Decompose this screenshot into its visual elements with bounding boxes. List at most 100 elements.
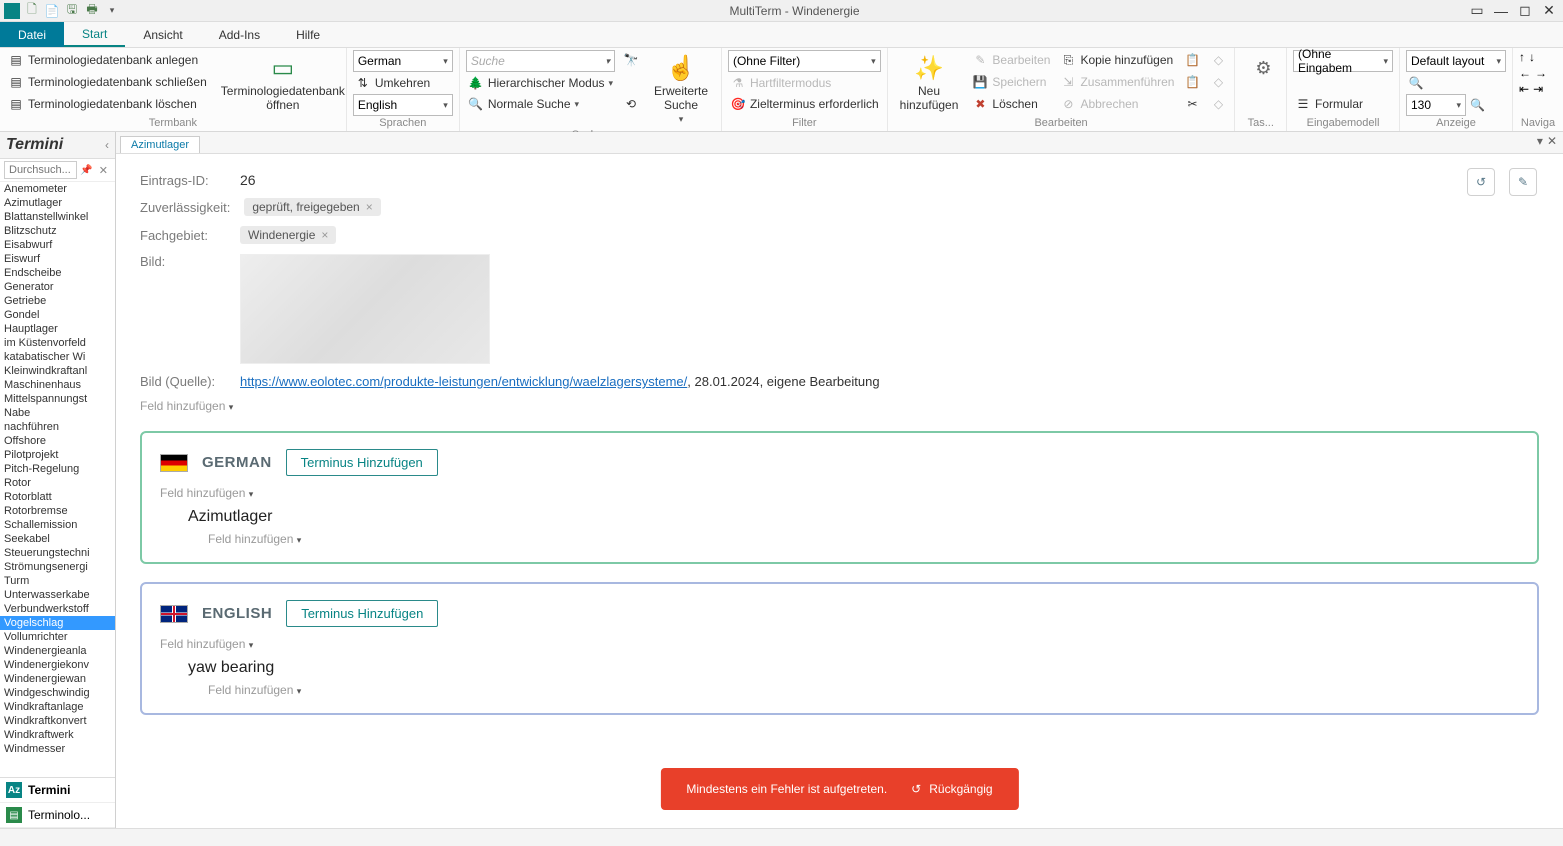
search-input[interactable]: Suche▾ [466,50,615,72]
form-button[interactable]: ☰Formular [1293,94,1393,114]
zoom-input[interactable]: 130▾ [1406,94,1466,116]
swap-languages-button[interactable]: ⇅Umkehren [353,73,453,93]
tab-file[interactable]: Datei [0,22,64,47]
subject-tag[interactable]: Windenergie× [240,226,336,244]
term-list-item[interactable]: Verbundwerkstoff [0,602,115,616]
nav-next-icon[interactable]: → [1535,66,1547,80]
maximize-button[interactable]: ◻ [1517,3,1533,19]
add-field-german[interactable]: Feld hinzufügen ▾ [160,486,1519,500]
term-list-item[interactable]: Anemometer [0,182,115,196]
tab-addins[interactable]: Add-Ins [201,22,278,47]
german-term-value[interactable]: Azimutlager [188,508,1519,526]
content-tab-azimutlager[interactable]: Azimutlager [120,136,200,153]
term-list-item[interactable]: Blitzschutz [0,224,115,238]
layout-dropdown[interactable]: Default layout▾ [1406,50,1506,72]
search-close-icon[interactable]: ✕ [96,164,111,177]
term-list-item[interactable]: Windenergiewan [0,672,115,686]
nav-up-icon[interactable]: ↑ [1519,50,1525,64]
termbank-delete-button[interactable]: ▤Terminologiedatenbank löschen [6,94,209,114]
term-list-item[interactable]: Generator [0,280,115,294]
pin-icon[interactable]: 📌 [77,165,95,176]
bottom-tab-termini[interactable]: AzTermini [0,778,115,803]
clipboard-paste-button[interactable]: 📋 [1182,72,1202,92]
term-list-item[interactable]: Eiswurf [0,252,115,266]
history-button[interactable]: ↺ [1467,168,1495,196]
copy-add-button[interactable]: ⎘Kopie hinzufügen [1058,50,1176,70]
image-source-link[interactable]: https://www.eolotec.com/produkte-leistun… [240,374,687,389]
filter-dropdown[interactable]: (Ohne Filter)▾ [728,50,881,72]
term-list-item[interactable]: Seekabel [0,532,115,546]
termbank-create-button[interactable]: ▤Terminologiedatenbank anlegen [6,50,209,70]
term-list-item[interactable]: Windkraftwerk [0,728,115,742]
term-list-item[interactable]: nachführen [0,420,115,434]
term-list-item[interactable]: Windenergiekonv [0,658,115,672]
tab-help[interactable]: Hilfe [278,22,338,47]
target-required-button[interactable]: 🎯Zielterminus erforderlich [728,94,881,114]
qat-save-icon[interactable]: 🖫 [64,3,80,19]
term-list-item[interactable]: Kleinwindkraftanl [0,364,115,378]
inputmodel-dropdown[interactable]: (Ohne Eingabem▾ [1293,50,1393,72]
qat-print-icon[interactable]: 🖶 [84,3,100,19]
close-button[interactable]: ✕ [1541,3,1557,19]
term-list-item[interactable]: Rotorblatt [0,490,115,504]
termbank-close-button[interactable]: ▤Terminologiedatenbank schließen [6,72,209,92]
undo-button[interactable]: ↺ Rückgängig [911,782,992,796]
new-entry-button[interactable]: ✨ Neu hinzufügen [894,50,965,116]
term-list-item[interactable]: Endscheibe [0,266,115,280]
qat-open-icon[interactable]: 📄 [44,3,60,19]
extended-search-button[interactable]: ☝ Erweiterte Suche▾ [647,50,715,129]
term-list-item[interactable]: Strömungsenergi [0,560,115,574]
hierarchical-mode-button[interactable]: 🌲Hierarchischer Modus▾ [466,73,615,93]
term-list-item[interactable]: Hauptlager [0,322,115,336]
nav-prev-icon[interactable]: ← [1519,66,1531,80]
tab-view[interactable]: Ansicht [125,22,200,47]
edit-entry-button[interactable]: ✎ [1509,168,1537,196]
term-list-item[interactable]: katabatischer Wi [0,350,115,364]
qat-new-icon[interactable]: 🗋 [24,3,40,19]
nav-down-icon[interactable]: ↓ [1529,50,1535,64]
term-list-item[interactable]: Maschinenhaus [0,378,115,392]
tasks-button[interactable]: ⚙ [1241,50,1285,86]
source-language-dropdown[interactable]: German▾ [353,50,453,72]
remove-tag-icon[interactable]: × [321,228,328,242]
target-language-dropdown[interactable]: English▾ [353,94,453,116]
magnifier-small-icon[interactable]: 🔍 [1470,98,1485,112]
term-list-item[interactable]: Windkraftanlage [0,700,115,714]
term-list-item[interactable]: Windgeschwindig [0,686,115,700]
minimize-button[interactable]: — [1493,3,1509,19]
term-list-item[interactable]: Gondel [0,308,115,322]
add-field-english-term[interactable]: Feld hinzufügen ▾ [208,683,1519,697]
term-list-item[interactable]: Getriebe [0,294,115,308]
clipboard-copy-button[interactable]: 📋 [1182,50,1202,70]
term-list-item[interactable]: Rotor [0,476,115,490]
term-list-item[interactable]: Pitch-Regelung [0,462,115,476]
nav-first-icon[interactable]: ⇤ [1519,82,1529,96]
panel-collapse-icon[interactable]: ‹ [105,138,109,152]
zoom-reset-button[interactable]: 🔍 [1406,73,1506,93]
cut-button[interactable]: ✂ [1182,94,1202,114]
add-term-german-button[interactable]: Terminus Hinzufügen [286,449,438,476]
term-list-item[interactable]: Azimutlager [0,196,115,210]
term-search-input[interactable] [4,161,77,179]
english-term-value[interactable]: yaw bearing [188,659,1519,677]
term-list-item[interactable]: Pilotprojekt [0,448,115,462]
term-list-item[interactable]: Offshore [0,434,115,448]
reset-search-button[interactable]: ⟲ [621,94,641,114]
pane-menu-icon[interactable]: ▾ [1537,134,1543,148]
delete-button[interactable]: ✖Löschen [970,94,1052,114]
add-field-english[interactable]: Feld hinzufügen ▾ [160,637,1519,651]
term-list-item[interactable]: im Küstenvorfeld [0,336,115,350]
nav-last-icon[interactable]: ⇥ [1533,82,1543,96]
ribbon-toggle-icon[interactable]: ▭ [1469,3,1485,19]
term-list-item[interactable]: Vollumrichter [0,630,115,644]
bottom-tab-terminolo[interactable]: ▤Terminolo... [0,803,115,828]
term-list-item[interactable]: Windmesser [0,742,115,756]
term-list-item[interactable]: Steuerungstechni [0,546,115,560]
term-list-item[interactable]: Windkraftkonvert [0,714,115,728]
term-list-item[interactable]: Mittelspannungst [0,392,115,406]
term-list-item[interactable]: Turm [0,574,115,588]
term-list-item[interactable]: Rotorbremse [0,504,115,518]
remove-tag-icon[interactable]: × [366,200,373,214]
term-list-item[interactable]: Blattanstellwinkel [0,210,115,224]
qat-dropdown-icon[interactable]: ▾ [104,3,120,19]
